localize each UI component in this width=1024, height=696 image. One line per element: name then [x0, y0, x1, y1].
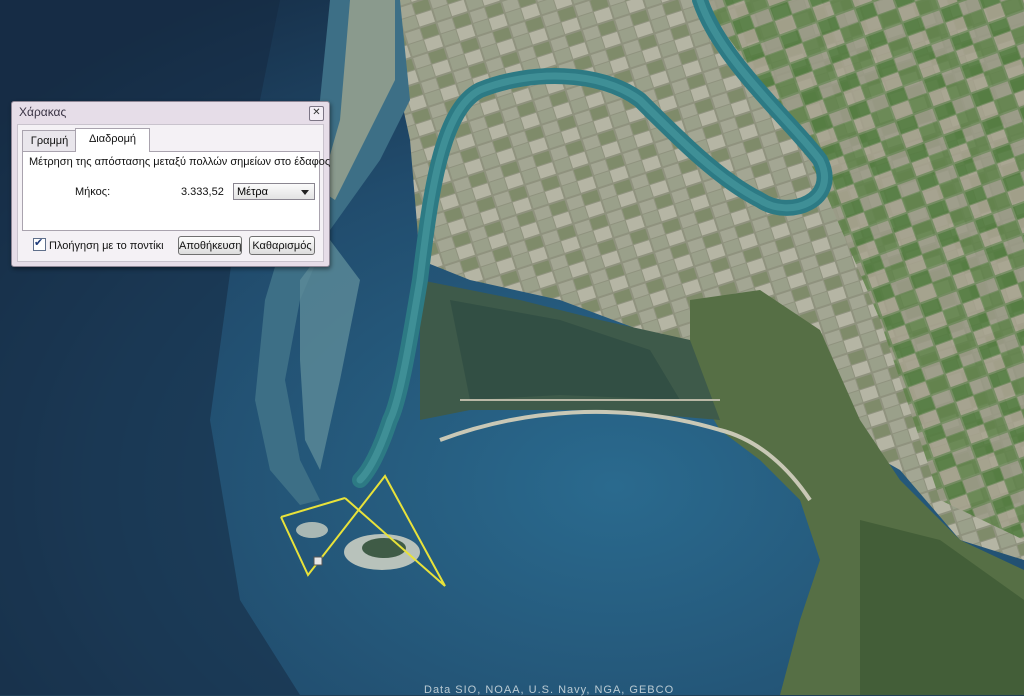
dialog-body: Γραμμή Διαδρομή Μέτρηση της απόστασης με…: [17, 124, 330, 262]
close-icon[interactable]: ✕: [309, 106, 324, 121]
dialog-title[interactable]: Χάρακας: [12, 102, 329, 122]
unit-dropdown[interactable]: Μέτρα: [233, 183, 315, 200]
ruler-dialog: Χάρακας ✕ Γραμμή Διαδρομή Μέτρηση της απ…: [11, 101, 330, 267]
length-value: 3.333,52: [181, 186, 224, 198]
tab-line[interactable]: Γραμμή: [22, 130, 77, 151]
tab-panel: Μέτρηση της απόστασης μεταξύ πολλών σημε…: [22, 151, 330, 231]
save-button[interactable]: Αποθήκευση: [178, 236, 242, 255]
mouse-nav-label: Πλοήγηση με το ποντίκι: [49, 240, 164, 252]
chevron-down-icon: [301, 190, 309, 195]
length-label: Μήκος:: [75, 186, 111, 198]
map-attribution: Data SIO, NOAA, U.S. Navy, NGA, GEBCO: [424, 684, 675, 696]
unit-selected-value: Μέτρα: [237, 186, 269, 198]
checkmark-icon: ✔: [34, 237, 44, 249]
mouse-nav-checkbox[interactable]: ✔: [33, 237, 46, 251]
clear-button[interactable]: Καθαρισμός: [249, 236, 315, 255]
path-vertex-handle[interactable]: [313, 556, 323, 566]
tab-path[interactable]: Διαδρομή: [75, 128, 150, 152]
mouse-nav-option[interactable]: ✔ Πλοήγηση με το ποντίκι: [33, 237, 164, 252]
measure-description: Μέτρηση της απόστασης μεταξύ πολλών σημε…: [29, 156, 331, 168]
